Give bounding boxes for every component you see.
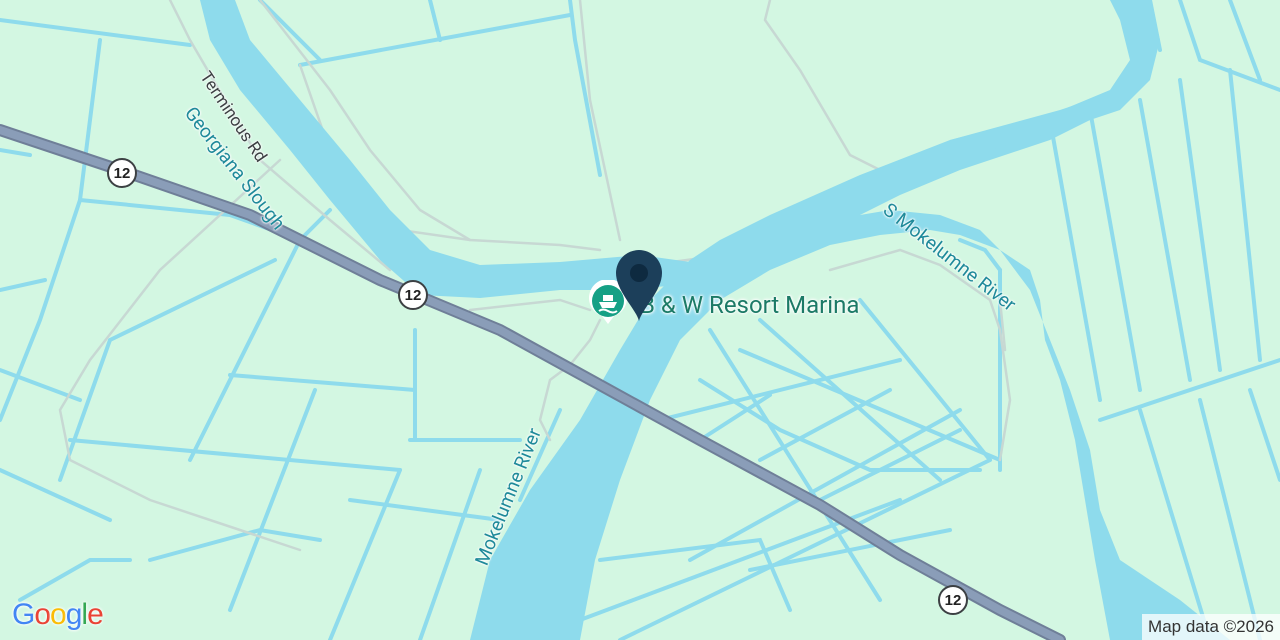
map-attribution: Map data ©2026 [1142,614,1280,640]
route-12-shield: 12 [398,280,428,310]
location-pin-icon[interactable] [612,247,666,323]
google-logo-text: Google [12,598,104,631]
route-12-shield: 12 [107,158,137,188]
google-logo: Google [12,598,104,632]
map-canvas[interactable]: Georgiana Slough Terminous Rd Mokelumne … [0,0,1280,640]
poi-name-label[interactable]: B & W Resort Marina [640,291,859,319]
route-12-shield: 12 [938,585,968,615]
